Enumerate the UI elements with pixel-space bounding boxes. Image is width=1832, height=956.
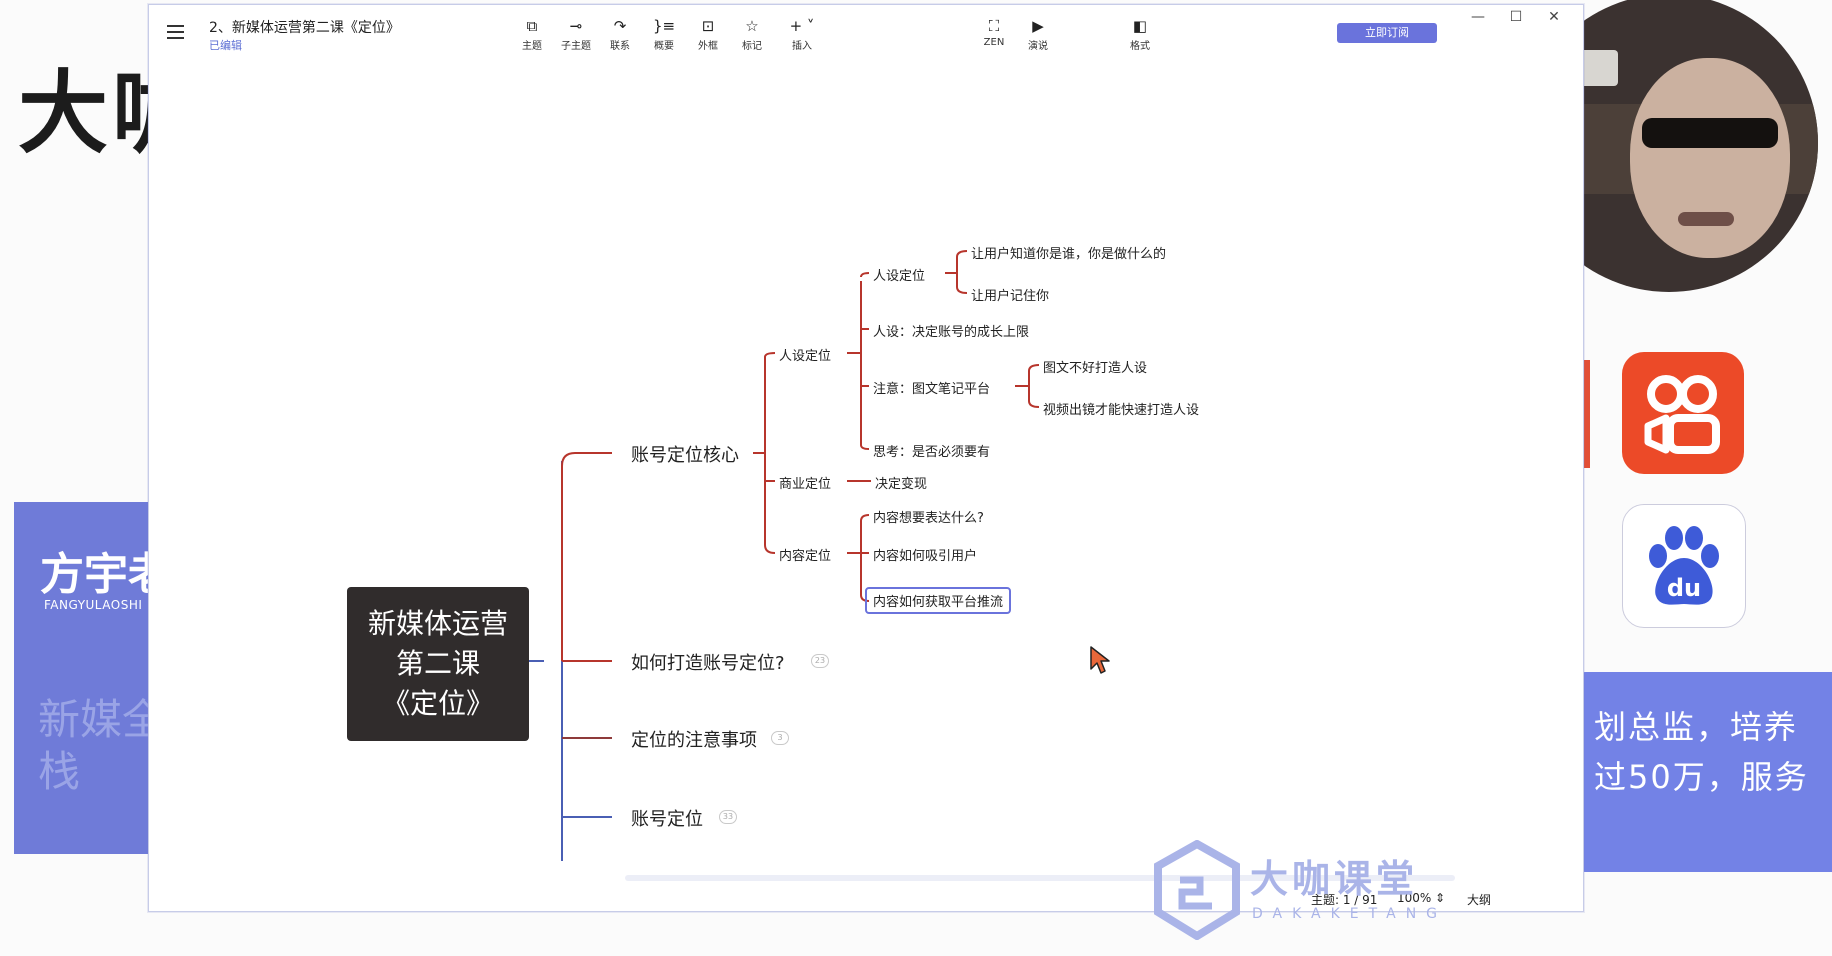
pitch-button[interactable]: ▶ 演说 <box>1015 17 1061 52</box>
topic-content-traffic[interactable]: 内容如何获取平台推流 <box>865 587 1012 614</box>
branch-account-core[interactable]: 账号定位核心 <box>631 441 739 467</box>
boundary-button[interactable]: ⊡ 外框 <box>685 17 731 52</box>
topic-monetize[interactable]: 决定变现 <box>875 473 927 492</box>
menu-icon[interactable] <box>167 21 189 43</box>
central-topic[interactable]: 新媒体运营 第二课 《定位》 <box>347 587 529 741</box>
minimize-button[interactable]: — <box>1463 9 1493 25</box>
format-button[interactable]: ◧ 格式 <box>1117 17 1163 52</box>
relationship-icon: ↷ <box>613 17 627 35</box>
svg-text:du: du <box>1667 574 1701 602</box>
mouse-cursor-icon <box>1089 645 1111 679</box>
zen-button[interactable]: ⛶ ZEN <box>971 17 1017 48</box>
topic-content-attract[interactable]: 内容如何吸引用户 <box>873 545 977 564</box>
subtopic-icon: ⊸ <box>569 17 583 35</box>
document-title[interactable]: 2、新媒体运营第二课《定位》 <box>209 17 400 37</box>
watermark: 大咖课堂 DAKAKETANG <box>1150 836 1450 956</box>
watermark-text: 大咖课堂 <box>1250 857 1419 901</box>
format-icon: ◧ <box>1132 17 1148 35</box>
topic-note-platform[interactable]: 注意：图文笔记平台 <box>873 378 990 397</box>
topic-button[interactable]: ⧉ 主题 <box>509 17 555 52</box>
topic-content-express[interactable]: 内容想要表达什么? <box>873 507 984 526</box>
zen-icon: ⛶ <box>988 17 1000 35</box>
maximize-button[interactable]: ☐ <box>1501 9 1531 25</box>
topic-who-you-are[interactable]: 让用户知道你是谁，你是做什么的 <box>971 243 1166 262</box>
document-status: 已编辑 <box>209 39 242 52</box>
marker-button[interactable]: ☆ 标记 <box>729 17 775 52</box>
branch-build-account[interactable]: 如何打造账号定位? <box>631 649 785 675</box>
topic-content[interactable]: 内容定位 <box>779 545 831 564</box>
outline-button[interactable]: 大纲 <box>1467 891 1491 908</box>
topic-think-required[interactable]: 思考：是否必须要有 <box>873 441 990 460</box>
intro-card: 划总监，培养 过50万，服务 <box>1560 672 1832 872</box>
subscribe-button[interactable]: 立即订阅 <box>1337 23 1437 43</box>
insert-icon: + ˅ <box>789 17 815 35</box>
topic-growth-limit[interactable]: 人设：决定账号的成长上限 <box>873 321 1029 340</box>
marker-icon: ☆ <box>745 17 759 35</box>
watermark-subtext: DAKAKETANG <box>1252 906 1448 922</box>
pitch-icon: ▶ <box>1032 17 1044 35</box>
baidu-icon: du <box>1622 504 1746 628</box>
intro-line-1: 划总监，培养 <box>1594 708 1799 746</box>
title-bar: 2、新媒体运营第二课《定位》 已编辑 ⧉ 主题 ⊸ 子主题 ↷ 联系 }≡ 概要… <box>149 5 1583 61</box>
boundary-icon: ⊡ <box>701 17 715 35</box>
summary-button[interactable]: }≡ 概要 <box>641 17 687 52</box>
summary-icon: }≡ <box>652 17 676 35</box>
branch-account-positioning[interactable]: 账号定位 <box>631 805 703 831</box>
topic-remember-you[interactable]: 让用户记住你 <box>971 285 1049 304</box>
topic-video-fast[interactable]: 视频出镜才能快速打造人设 <box>1043 399 1199 418</box>
presenter-subtitle: FANGYULAOSHI <box>44 598 143 612</box>
topic-persona[interactable]: 人设定位 <box>779 345 831 364</box>
collapsed-count-badge[interactable]: 33 <box>719 810 737 824</box>
insert-button[interactable]: + ˅ 插入 <box>779 17 825 52</box>
mindmap-window: 2、新媒体运营第二课《定位》 已编辑 ⧉ 主题 ⊸ 子主题 ↷ 联系 }≡ 概要… <box>148 4 1584 912</box>
kuaishou-icon <box>1622 352 1744 474</box>
topic-persona-setting[interactable]: 人设定位 <box>873 265 925 284</box>
mindmap-canvas[interactable]: 新媒体运营 第二课 《定位》 账号定位核心 如何打造账号定位? 23 定位的注意… <box>149 61 1583 911</box>
collapsed-count-badge[interactable]: 3 <box>771 731 789 745</box>
relationship-button[interactable]: ↷ 联系 <box>597 17 643 52</box>
close-button[interactable]: ✕ <box>1539 9 1569 25</box>
watermark-logo-icon <box>1154 840 1240 940</box>
mindmap-connectors <box>529 250 1040 861</box>
intro-line-2: 过50万，服务 <box>1594 758 1809 796</box>
collapsed-count-badge[interactable]: 23 <box>811 654 829 668</box>
subtopic-button[interactable]: ⊸ 子主题 <box>553 17 599 52</box>
topic-text-hard[interactable]: 图文不好打造人设 <box>1043 357 1147 376</box>
topic-business[interactable]: 商业定位 <box>779 473 831 492</box>
topic-icon: ⧉ <box>526 17 538 35</box>
branch-notes[interactable]: 定位的注意事项 <box>631 726 757 752</box>
presenter-panel: 方宇老 FANGYULAOSHI 新媒全栈 <box>14 502 172 854</box>
